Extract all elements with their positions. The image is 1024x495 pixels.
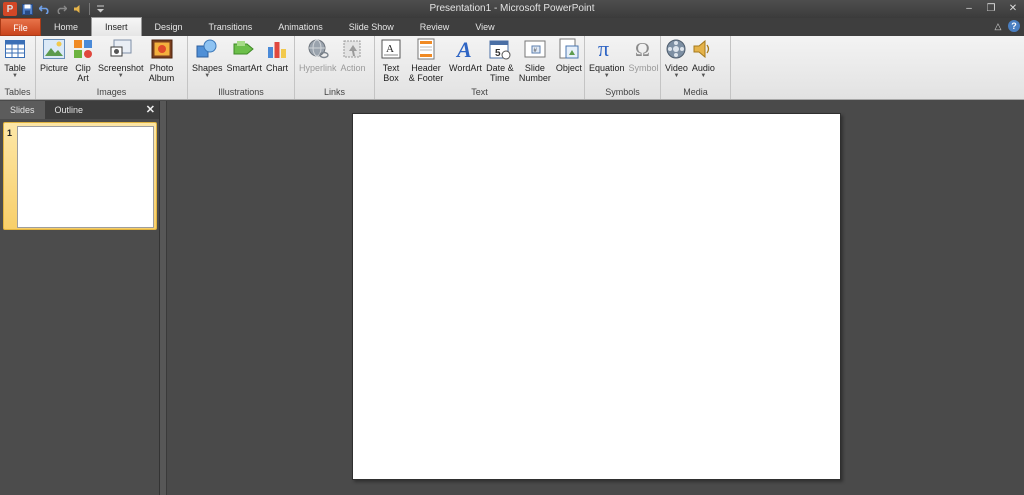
ribbon-insert: Table ▼ Tables Picture Clip Art Screensh…: [0, 36, 1024, 100]
slide-number-label: Slide Number: [518, 63, 551, 83]
close-panel-icon[interactable]: ✕: [146, 103, 155, 116]
chart-icon: [266, 38, 288, 60]
wordart-icon: A: [454, 38, 476, 60]
tab-home[interactable]: Home: [41, 18, 91, 36]
minimize-icon[interactable]: –: [958, 0, 980, 18]
clip-art-label: Clip Art: [75, 63, 91, 83]
group-symbols: π Equation ▼ Ω Symbol Symbols: [585, 36, 661, 99]
group-label-symbols: Symbols: [605, 87, 640, 97]
ribbon-tabs: File Home Insert Design Transitions Anim…: [0, 17, 1024, 36]
clip-art-icon: [72, 38, 94, 60]
window-title: Presentation1 - Microsoft PowerPoint: [429, 3, 595, 14]
svg-text:5: 5: [495, 48, 501, 59]
panel-tabs: Slides Outline ✕: [0, 101, 159, 119]
group-label-text: Text: [471, 87, 488, 97]
tab-outline[interactable]: Outline: [45, 101, 94, 119]
table-label: Table: [4, 63, 26, 73]
slide-editing-area: [166, 101, 1024, 495]
group-label-tables: Tables: [4, 87, 31, 97]
group-text: A Text Box Header & Footer A WordArt 5 D…: [375, 36, 585, 99]
group-label-links: Links: [323, 87, 345, 97]
slides-panel: Slides Outline ✕ 1: [0, 101, 160, 495]
group-label-illustrations: Illustrations: [218, 87, 264, 97]
smartart-icon: [233, 38, 255, 60]
svg-text:A: A: [386, 43, 394, 55]
dropdown-arrow-icon: ▼: [117, 73, 124, 79]
chart-label: Chart: [266, 63, 289, 73]
group-media: Video ▼ Audio ▼ Media: [661, 36, 731, 99]
video-icon: [665, 38, 687, 60]
tab-transitions[interactable]: Transitions: [196, 18, 266, 36]
dropdown-arrow-icon: ▼: [204, 73, 211, 79]
slide-thumbnail[interactable]: [17, 126, 154, 228]
slide-thumbnail-selected[interactable]: 1: [3, 122, 157, 230]
audio-label: Audio: [691, 63, 715, 73]
ribbon-empty-space: [731, 36, 1024, 99]
symbol-icon: Ω: [633, 38, 655, 60]
table-icon: [4, 38, 26, 60]
title-bar: P Presentation1 - Microsoft PowerPoint –…: [0, 0, 1024, 18]
group-tables: Table ▼ Tables: [0, 36, 36, 99]
ribbon-right-controls: △ ?: [992, 20, 1020, 32]
picture-label: Picture: [40, 63, 69, 73]
dropdown-arrow-icon: ▼: [673, 73, 680, 79]
help-icon[interactable]: ?: [1008, 20, 1020, 32]
action-label: Action: [340, 63, 366, 73]
minimize-ribbon-icon[interactable]: △: [992, 20, 1004, 32]
date-time-icon: 5: [489, 38, 511, 60]
date-time-label: Date & Time: [486, 63, 514, 83]
smartart-label: SmartArt: [226, 63, 263, 73]
shapes-label: Shapes: [192, 63, 223, 73]
object-label: Object: [555, 63, 582, 73]
tab-view[interactable]: View: [462, 18, 507, 36]
symbol-label: Symbol: [628, 63, 659, 73]
dropdown-arrow-icon: ▼: [700, 73, 707, 79]
group-label-media: Media: [683, 87, 708, 97]
equation-label: Equation: [589, 63, 625, 73]
group-illustrations: Shapes ▼ SmartArt Chart Illustrations: [188, 36, 295, 99]
tab-file[interactable]: File: [0, 18, 41, 36]
text-box-label: Text Box: [382, 63, 400, 83]
dropdown-arrow-icon: ▼: [12, 73, 18, 79]
dropdown-arrow-icon: ▼: [603, 73, 610, 79]
tab-review[interactable]: Review: [407, 18, 463, 36]
video-label: Video: [665, 63, 688, 73]
header-footer-icon: [415, 38, 437, 60]
close-icon[interactable]: ✕: [1002, 0, 1024, 18]
header-footer-label: Header & Footer: [408, 63, 444, 83]
restore-icon[interactable]: ❐: [980, 0, 1002, 18]
picture-icon: [43, 38, 65, 60]
screenshot-icon: [110, 38, 132, 60]
audio-speaker-icon: [692, 38, 714, 60]
slide-number-icon: #: [524, 38, 546, 60]
slide-canvas[interactable]: [352, 113, 841, 480]
object-icon: [558, 38, 580, 60]
hyperlink-icon: [307, 38, 329, 60]
svg-text:A: A: [455, 38, 472, 60]
wordart-label: WordArt: [449, 63, 482, 73]
screenshot-label: Screenshot: [98, 63, 144, 73]
hyperlink-label: Hyperlink: [299, 63, 337, 73]
group-links: Hyperlink Action Links: [295, 36, 375, 99]
window-controls: – ❐ ✕: [958, 0, 1024, 18]
svg-text:Ω: Ω: [635, 39, 650, 60]
group-label-images: Images: [96, 87, 127, 97]
svg-text:π: π: [598, 38, 609, 60]
photo-album-icon: [151, 38, 173, 60]
action-icon: [342, 38, 364, 60]
tab-slide-show[interactable]: Slide Show: [336, 18, 407, 36]
photo-album-label: Photo Album: [148, 63, 175, 83]
text-box-icon: A: [380, 38, 402, 60]
tab-insert[interactable]: Insert: [91, 17, 142, 36]
tab-design[interactable]: Design: [142, 18, 196, 36]
slide-number: 1: [7, 128, 13, 138]
equation-icon: π: [596, 38, 618, 60]
shapes-icon: [196, 38, 218, 60]
tab-animations[interactable]: Animations: [265, 18, 336, 36]
tab-slides[interactable]: Slides: [0, 101, 45, 119]
group-images: Picture Clip Art Screenshot ▼ Photo Albu…: [36, 36, 188, 99]
